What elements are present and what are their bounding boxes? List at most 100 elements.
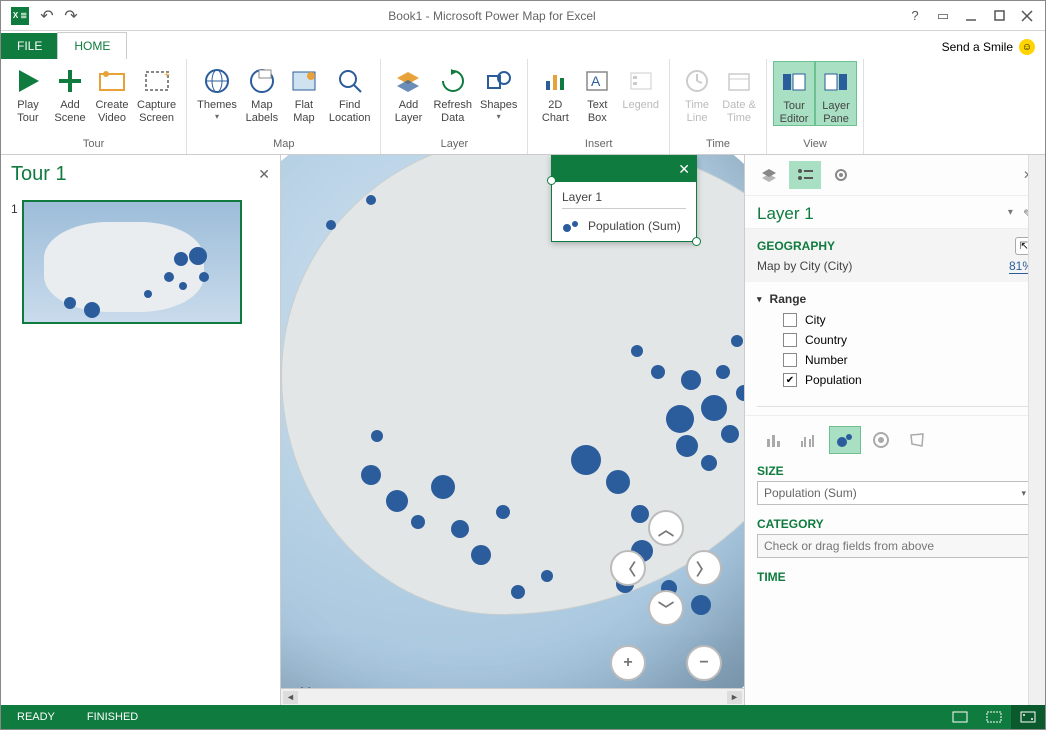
close-button[interactable]: [1013, 4, 1041, 28]
layer-title-row: Layer 1 ▾ ✎: [745, 196, 1045, 228]
pan-left-button[interactable]: 〈: [610, 550, 646, 586]
time-line-button[interactable]: Time Line: [676, 61, 718, 124]
ribbon-group-view-label: View: [773, 136, 857, 154]
visualization-type-row: [745, 415, 1045, 460]
layer-title: Layer 1: [757, 204, 814, 224]
ribbon-group-tour: Play Tour Add Scene Create Video + Captu…: [1, 59, 187, 154]
date-time-button[interactable]: Date & Time: [718, 61, 760, 124]
layer-pane-tabs: ✕: [745, 155, 1045, 196]
2d-chart-button[interactable]: 2D Chart: [534, 61, 576, 124]
shapes-icon: [483, 65, 515, 97]
tab-file[interactable]: FILE: [1, 33, 58, 59]
category-dropzone[interactable]: Check or drag fields from above: [757, 534, 1033, 558]
ribbon-group-layer: Add Layer Refresh Data Shapes ▾ Layer: [381, 59, 528, 154]
ribbon-group-time-label: Time: [676, 136, 760, 154]
zoom-out-button[interactable]: −: [686, 645, 722, 681]
tilt-down-button[interactable]: ﹀: [648, 590, 684, 626]
create-video-button[interactable]: Create Video: [91, 61, 133, 124]
field-city[interactable]: City: [757, 310, 1033, 330]
capture-screen-button[interactable]: + Capture Screen: [133, 61, 180, 124]
send-a-smile-button[interactable]: Send a Smile ☺: [932, 35, 1045, 59]
flat-map-button[interactable]: Flat Map: [283, 61, 325, 124]
svg-text:+: +: [164, 70, 170, 81]
field-number[interactable]: Number: [757, 350, 1033, 370]
status-view3-button[interactable]: [1011, 705, 1045, 729]
shapes-button[interactable]: Shapes ▾: [476, 61, 521, 121]
plus-icon: [54, 65, 86, 97]
find-location-button[interactable]: Find Location: [325, 61, 375, 124]
checkbox-city[interactable]: [783, 313, 797, 327]
legend-layer-name: Layer 1: [562, 190, 686, 209]
help-button[interactable]: ?: [901, 4, 929, 28]
checkbox-number[interactable]: [783, 353, 797, 367]
text-box-button[interactable]: A Text Box: [576, 61, 618, 124]
field-country[interactable]: Country: [757, 330, 1033, 350]
minimize-button[interactable]: [957, 4, 985, 28]
maximize-button[interactable]: [985, 4, 1013, 28]
add-scene-button[interactable]: Add Scene: [49, 61, 91, 124]
svg-text:A: A: [591, 73, 601, 89]
layer-list-tab[interactable]: [753, 161, 785, 189]
calendar-icon: [723, 65, 755, 97]
zoom-in-button[interactable]: +: [610, 645, 646, 681]
status-view1-button[interactable]: [943, 705, 977, 729]
field-list-tab[interactable]: [789, 161, 821, 189]
tab-home[interactable]: HOME: [57, 32, 127, 59]
scroll-left-icon[interactable]: ◄: [283, 691, 298, 704]
textbox-icon: A: [581, 65, 613, 97]
range-toggle[interactable]: ▾ Range: [757, 288, 1033, 310]
layer-settings-tab[interactable]: [825, 161, 857, 189]
layer-pane-scrollbar[interactable]: [1028, 155, 1045, 705]
tour-editor-icon: [778, 66, 810, 98]
map-horizontal-scrollbar[interactable]: ◄ ►: [281, 688, 744, 705]
tour-editor-button[interactable]: Tour Editor: [773, 61, 815, 126]
stacked-column-button[interactable]: [757, 426, 789, 454]
window-title: Book1 - Microsoft Power Map for Excel: [83, 9, 901, 23]
legend-close-button[interactable]: ✕: [678, 161, 690, 178]
add-layer-button[interactable]: Add Layer: [387, 61, 429, 124]
field-label: Number: [805, 353, 848, 367]
ribbon-group-view: Tour Editor Layer Pane View: [767, 59, 864, 154]
video-icon: [96, 65, 128, 97]
refresh-data-button[interactable]: Refresh Data: [429, 61, 476, 124]
tilt-up-button[interactable]: ︿: [648, 510, 684, 546]
smile-icon: ☺: [1019, 39, 1035, 55]
tour-panel-close-button[interactable]: ✕: [258, 166, 270, 183]
checkbox-country[interactable]: [783, 333, 797, 347]
main-area: Tour 1 ✕ 1: [1, 155, 1045, 705]
category-header: CATEGORY: [757, 517, 1033, 531]
scene-number: 1: [11, 202, 18, 216]
region-button[interactable]: [901, 426, 933, 454]
map-legend[interactable]: ✕ Layer 1 Population (Sum): [551, 155, 697, 242]
layer-pane-button[interactable]: Layer Pane: [815, 61, 857, 126]
map-viewport[interactable]: ︿ 〈 〉 ﹀ + − ✕ Layer 1 Population (Sum) ▶…: [281, 155, 745, 705]
field-list: ▾ Range City Country Number ✔ Population: [745, 282, 1045, 394]
status-view2-button[interactable]: [977, 705, 1011, 729]
ribbon-options-button[interactable]: ▭: [929, 4, 957, 28]
size-value: Population (Sum): [764, 486, 857, 500]
themes-button[interactable]: Themes ▾: [193, 61, 241, 121]
legend-icon: [625, 65, 657, 97]
field-population[interactable]: ✔ Population: [757, 370, 1033, 390]
redo-button[interactable]: ↷: [59, 4, 83, 28]
chevron-down-icon[interactable]: ▾: [1008, 207, 1013, 221]
time-header: TIME: [757, 570, 1033, 584]
pan-right-button[interactable]: 〉: [686, 550, 722, 586]
undo-button[interactable]: ↶: [35, 4, 59, 28]
scene-thumbnail[interactable]: 1: [11, 200, 270, 324]
geography-header: GEOGRAPHY: [757, 239, 835, 253]
clustered-column-button[interactable]: [793, 426, 825, 454]
legend-series-label: Population (Sum): [588, 219, 681, 233]
legend-button[interactable]: Legend: [618, 61, 663, 112]
ribbon-group-map-label: Map: [193, 136, 374, 154]
bubble-button[interactable]: [829, 426, 861, 454]
checkbox-population[interactable]: ✔: [783, 373, 797, 387]
layers-icon: [392, 65, 424, 97]
heatmap-button[interactable]: [865, 426, 897, 454]
play-tour-button[interactable]: Play Tour: [7, 61, 49, 124]
size-dropdown[interactable]: Population (Sum) ▾: [757, 481, 1033, 505]
map-labels-button[interactable]: Map Labels: [241, 61, 283, 124]
field-label: Country: [805, 333, 847, 347]
scroll-right-icon[interactable]: ►: [727, 691, 742, 704]
layer-pane: ✕ Layer 1 ▾ ✎ GEOGRAPHY ⇱ Map by City (C…: [745, 155, 1045, 705]
